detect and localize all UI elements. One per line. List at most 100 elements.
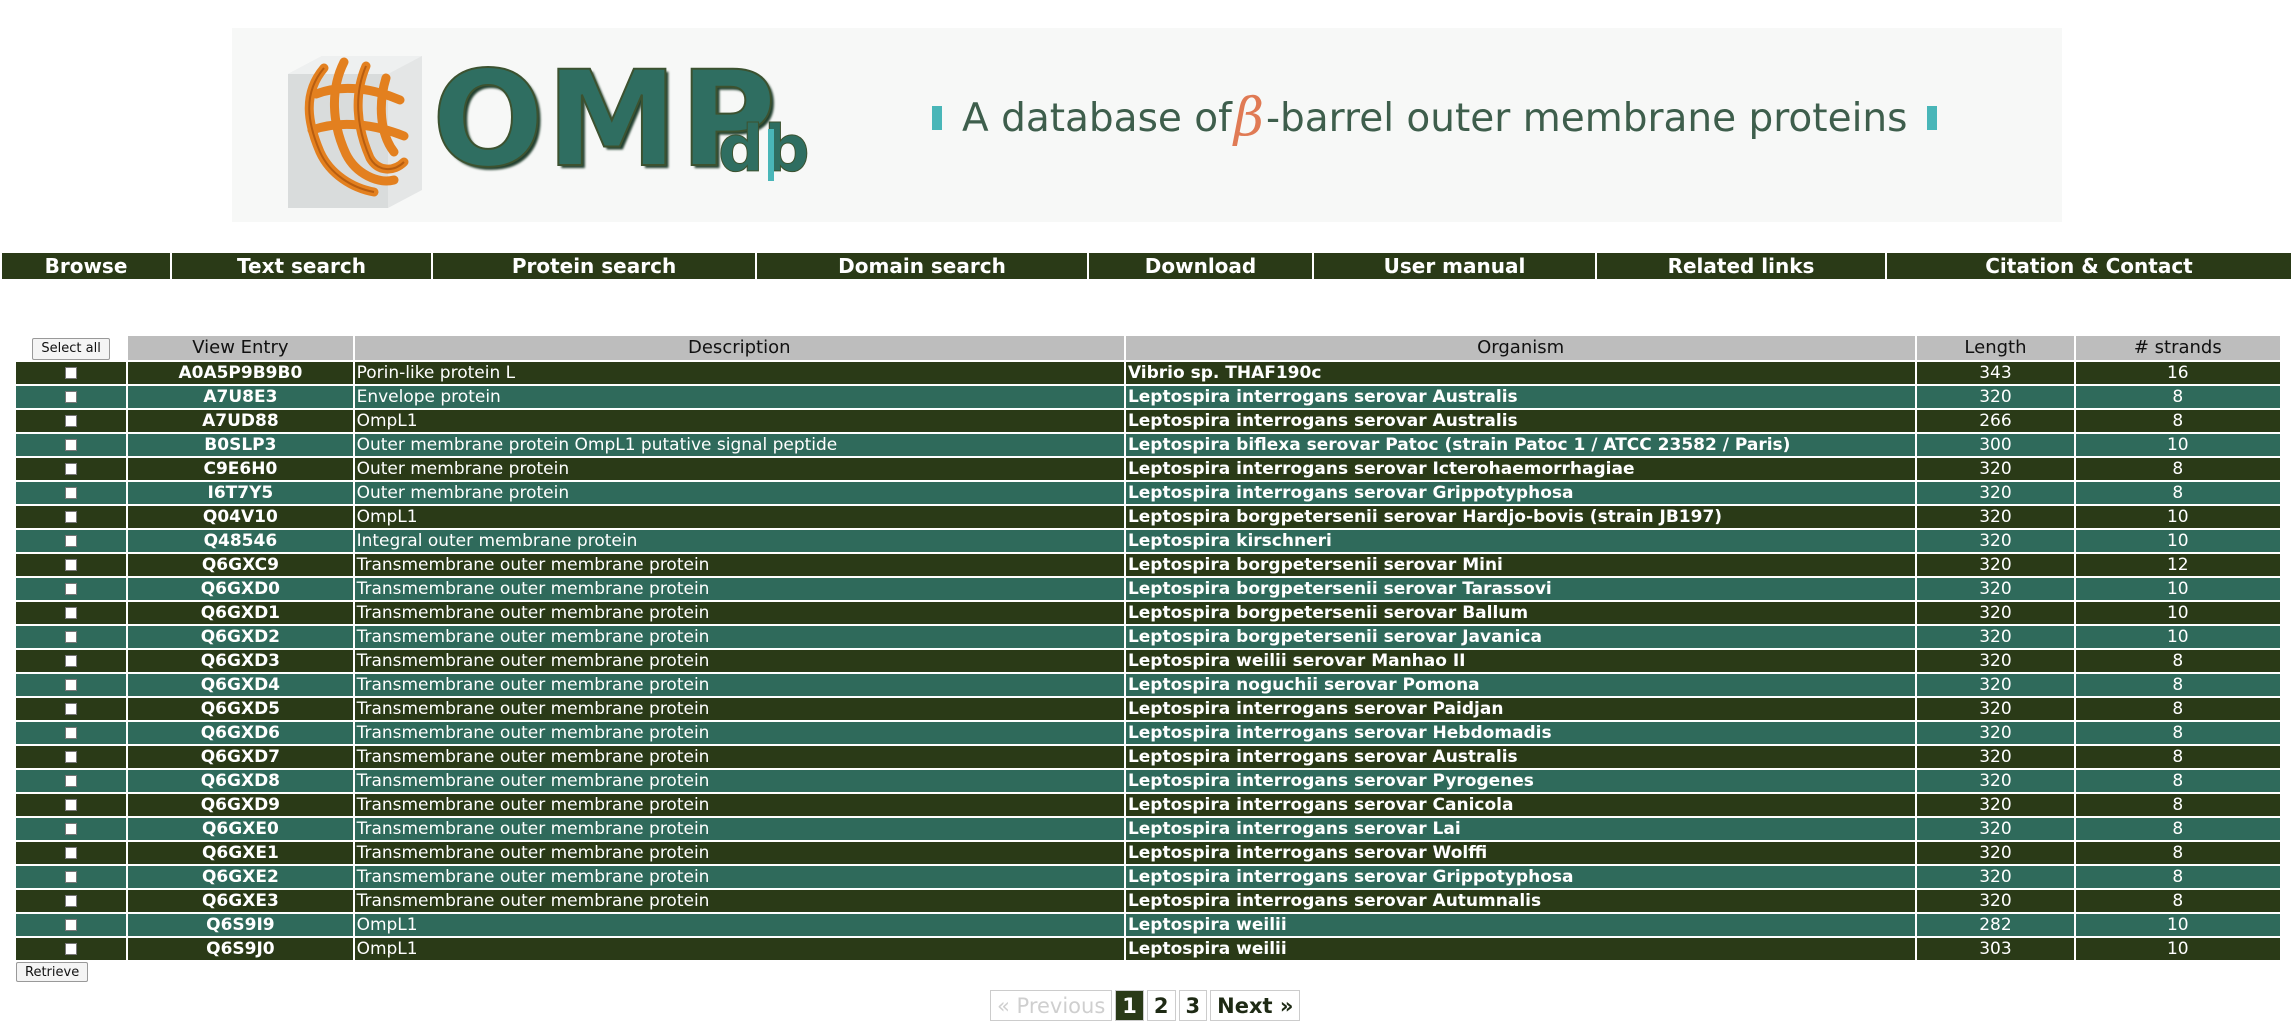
entry-link[interactable]: Q6GXC9 [128, 553, 353, 576]
entry-link[interactable]: Q6S9I9 [128, 913, 353, 936]
nav-item-download[interactable]: Download [1089, 253, 1312, 279]
row-checkbox[interactable] [65, 462, 78, 475]
nav-item-domain-search[interactable]: Domain search [757, 253, 1087, 279]
row-checkbox[interactable] [65, 414, 78, 427]
entry-link[interactable]: Q6GXE3 [128, 889, 353, 912]
entry-link[interactable]: Q6GXE0 [128, 817, 353, 840]
organism-link[interactable]: Leptospira weilii [1125, 937, 1916, 960]
row-checkbox[interactable] [65, 870, 78, 883]
entry-link[interactable]: Q6GXD4 [128, 673, 353, 696]
organism-link[interactable]: Leptospira kirschneri [1125, 529, 1916, 552]
nav-item-citation-contact[interactable]: Citation & Contact [1887, 253, 2291, 279]
row-checkbox[interactable] [65, 918, 78, 931]
entry-link[interactable]: Q6GXD2 [128, 625, 353, 648]
description-cell: Transmembrane outer membrane protein [354, 697, 1124, 720]
entry-link[interactable]: A0A5P9B9B0 [128, 361, 353, 384]
nav-item-user-manual[interactable]: User manual [1314, 253, 1595, 279]
organism-link[interactable]: Leptospira interrogans serovar Pyrogenes [1125, 769, 1916, 792]
organism-link[interactable]: Leptospira interrogans serovar Australis [1125, 409, 1916, 432]
row-checkbox[interactable] [65, 534, 78, 547]
row-checkbox[interactable] [65, 630, 78, 643]
select-all-button[interactable]: Select all [32, 337, 110, 360]
row-checkbox[interactable] [65, 366, 78, 379]
entry-link[interactable]: Q6GXE2 [128, 865, 353, 888]
nav-item-browse[interactable]: Browse [2, 253, 170, 279]
entry-link[interactable]: Q6GXE1 [128, 841, 353, 864]
row-checkbox[interactable] [65, 822, 78, 835]
organism-link[interactable]: Leptospira interrogans serovar Wolffi [1125, 841, 1916, 864]
row-checkbox[interactable] [65, 750, 78, 763]
organism-link[interactable]: Leptospira borgpetersenii serovar Javani… [1125, 625, 1916, 648]
header-description[interactable]: Description [354, 336, 1124, 360]
entry-link[interactable]: I6T7Y5 [128, 481, 353, 504]
entry-link[interactable]: A7UD88 [128, 409, 353, 432]
organism-link[interactable]: Leptospira interrogans serovar Hebdomadi… [1125, 721, 1916, 744]
organism-link[interactable]: Leptospira interrogans serovar Autumnali… [1125, 889, 1916, 912]
organism-link[interactable]: Leptospira interrogans serovar Paidjan [1125, 697, 1916, 720]
entry-link[interactable]: A7U8E3 [128, 385, 353, 408]
entry-link[interactable]: Q6GXD8 [128, 769, 353, 792]
row-checkbox[interactable] [65, 726, 78, 739]
entry-link[interactable]: Q6GXD1 [128, 601, 353, 624]
nav-item-related-links[interactable]: Related links [1597, 253, 1885, 279]
organism-link[interactable]: Leptospira interrogans serovar Grippotyp… [1125, 481, 1916, 504]
organism-link[interactable]: Leptospira noguchii serovar Pomona [1125, 673, 1916, 696]
row-checkbox[interactable] [65, 390, 78, 403]
organism-link[interactable]: Leptospira borgpetersenii serovar Tarass… [1125, 577, 1916, 600]
entry-link[interactable]: C9E6H0 [128, 457, 353, 480]
row-checkbox[interactable] [65, 798, 78, 811]
row-checkbox[interactable] [65, 678, 78, 691]
organism-link[interactable]: Leptospira weilii [1125, 913, 1916, 936]
header-length[interactable]: Length [1917, 336, 2074, 360]
organism-link[interactable]: Leptospira biflexa serovar Patoc (strain… [1125, 433, 1916, 456]
description-cell: Outer membrane protein [354, 457, 1124, 480]
row-checkbox[interactable] [65, 582, 78, 595]
nav-item-protein-search[interactable]: Protein search [433, 253, 755, 279]
nav-item-text-search[interactable]: Text search [172, 253, 431, 279]
next-page-button[interactable]: Next » [1210, 990, 1301, 1021]
page-2-button[interactable]: 2 [1146, 990, 1176, 1021]
row-checkbox[interactable] [65, 774, 78, 787]
header-organism[interactable]: Organism [1125, 336, 1916, 360]
strands-cell: 8 [2075, 385, 2280, 408]
organism-link[interactable]: Leptospira borgpetersenii serovar Hardjo… [1125, 505, 1916, 528]
row-checkbox[interactable] [65, 606, 78, 619]
row-checkbox[interactable] [65, 846, 78, 859]
entry-link[interactable]: Q6GXD6 [128, 721, 353, 744]
entry-link[interactable]: Q6S9J0 [128, 937, 353, 960]
row-checkbox[interactable] [65, 654, 78, 667]
header-view-entry[interactable]: View Entry [128, 336, 353, 360]
row-checkbox[interactable] [65, 894, 78, 907]
entry-link[interactable]: Q6GXD0 [128, 577, 353, 600]
page-3-button[interactable]: 3 [1178, 990, 1208, 1021]
organism-link[interactable]: Leptospira borgpetersenii serovar Ballum [1125, 601, 1916, 624]
header-strands[interactable]: # strands [2075, 336, 2280, 360]
organism-link[interactable]: Leptospira interrogans serovar Lai [1125, 817, 1916, 840]
organism-link[interactable]: Vibrio sp. THAF190c [1125, 361, 1916, 384]
organism-link[interactable]: Leptospira interrogans serovar Grippotyp… [1125, 865, 1916, 888]
organism-link[interactable]: Leptospira interrogans serovar Canicola [1125, 793, 1916, 816]
organism-link[interactable]: Leptospira interrogans serovar Icterohae… [1125, 457, 1916, 480]
organism-link[interactable]: Leptospira weilii serovar Manhao II [1125, 649, 1916, 672]
entry-link[interactable]: Q48546 [128, 529, 353, 552]
row-checkbox[interactable] [65, 438, 78, 451]
entry-link[interactable]: Q6GXD9 [128, 793, 353, 816]
page-1-button[interactable]: 1 [1115, 990, 1144, 1021]
organism-link[interactable]: Leptospira interrogans serovar Australis [1125, 385, 1916, 408]
row-select-cell [16, 385, 127, 408]
row-checkbox[interactable] [65, 942, 78, 955]
entry-link[interactable]: Q6GXD5 [128, 697, 353, 720]
length-cell: 320 [1917, 577, 2074, 600]
organism-link[interactable]: Leptospira interrogans serovar Australis [1125, 745, 1916, 768]
organism-link[interactable]: Leptospira borgpetersenii serovar Mini [1125, 553, 1916, 576]
row-checkbox[interactable] [65, 702, 78, 715]
entry-link[interactable]: B0SLP3 [128, 433, 353, 456]
entry-link[interactable]: Q6GXD3 [128, 649, 353, 672]
retrieve-button[interactable]: Retrieve [16, 962, 89, 982]
row-select-cell [16, 793, 127, 816]
entry-link[interactable]: Q04V10 [128, 505, 353, 528]
row-checkbox[interactable] [65, 510, 78, 523]
row-checkbox[interactable] [65, 558, 78, 571]
entry-link[interactable]: Q6GXD7 [128, 745, 353, 768]
row-checkbox[interactable] [65, 486, 78, 499]
